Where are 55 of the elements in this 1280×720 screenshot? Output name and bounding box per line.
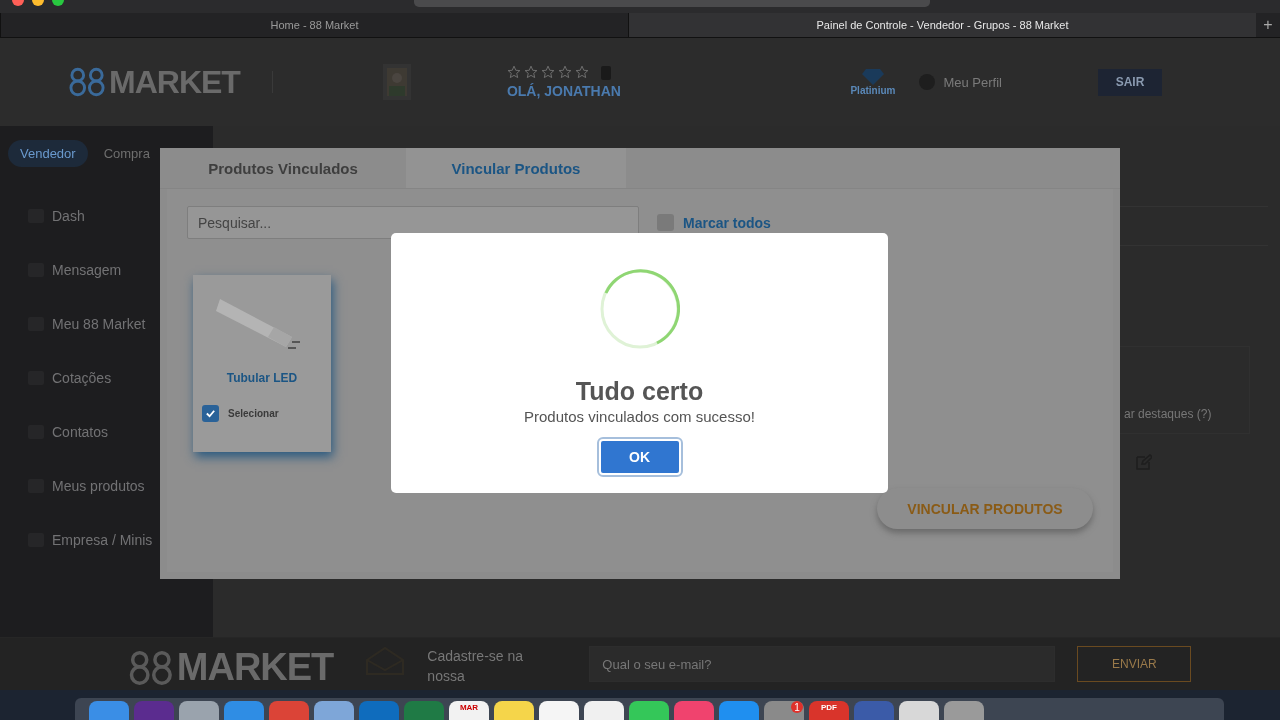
app-icon[interactable] — [179, 701, 219, 720]
logo-icon — [68, 67, 107, 97]
app-icon[interactable]: PDF — [809, 701, 849, 720]
logo-icon — [128, 649, 175, 686]
star-icon — [574, 65, 589, 79]
sidebar-item[interactable]: Mensagem — [52, 262, 122, 278]
product-card[interactable]: Tubular LED Selecionar — [193, 275, 331, 452]
highlight-text: ar destaques (?) — [1124, 407, 1212, 421]
mode-tab[interactable]: Vendedor — [8, 140, 88, 167]
alert-title: Tudo certo — [575, 377, 704, 406]
logout-button[interactable]: SAIR — [1098, 68, 1162, 96]
check-icon — [205, 408, 216, 419]
app-icon-label: PDF — [821, 703, 837, 714]
modal-tab[interactable]: Vincular Produtos — [406, 148, 626, 188]
search-field[interactable]: Pesquisar... — [187, 206, 639, 239]
ok-button[interactable]: OK — [598, 439, 681, 475]
sidebar-item[interactable]: Meus produtos — [52, 478, 145, 494]
success-ring-icon — [599, 269, 680, 349]
mode-tab[interactable]: Compra — [91, 140, 162, 167]
select-all-label[interactable]: Marcar todos — [683, 214, 771, 231]
sidebar-item[interactable]: Dash — [52, 208, 85, 224]
app-icon[interactable]: 1 — [764, 701, 804, 720]
app-icon-label: MAR — [459, 703, 479, 714]
app-icon[interactable] — [494, 701, 534, 720]
tier-label: Platinium — [850, 84, 896, 96]
checkbox-label[interactable]: Selecionar — [228, 408, 279, 419]
sidebar-item[interactable]: Contatos — [52, 424, 109, 440]
logo-text: MARKET — [109, 63, 240, 101]
app-icon[interactable] — [584, 701, 624, 720]
checkbox[interactable] — [202, 405, 219, 422]
sidebar-item[interactable]: Empresa / Minis — [52, 532, 153, 548]
browser-tab[interactable]: Home - 88 Market — [0, 13, 628, 37]
footer-logo-text: MARKET — [176, 646, 334, 689]
app-icon[interactable] — [899, 701, 939, 720]
alert-message: Produtos vinculados com sucesso! — [524, 408, 755, 425]
sidebar-item[interactable]: Meu 88 Market — [52, 316, 146, 332]
star-icon — [540, 65, 555, 79]
app-icon[interactable] — [629, 701, 669, 720]
greeting-text: OLÁ, JONATHAN — [506, 83, 621, 99]
app-icon[interactable] — [539, 701, 579, 720]
submit-button[interactable]: ENVIAR — [1077, 646, 1192, 682]
star-icon — [523, 65, 538, 79]
app-icon[interactable] — [314, 701, 354, 720]
notification-badge: 1 — [791, 701, 803, 713]
sidebar-item[interactable]: Cotações — [52, 370, 112, 386]
star-icon — [557, 65, 572, 79]
email-field[interactable]: Qual o seu e-mail? — [589, 646, 1056, 682]
new-tab-button[interactable]: + — [1256, 13, 1280, 37]
star-icon — [506, 65, 521, 79]
app-icon[interactable]: MAR — [449, 701, 489, 720]
diamond-icon — [861, 68, 884, 85]
signup-text: Cadastre-se na nossa — [427, 647, 525, 686]
profile-link[interactable]: Meu Perfil — [943, 74, 1002, 90]
product-name[interactable]: Tubular LED — [226, 371, 298, 385]
browser-tab[interactable]: Painel de Controle - Vendedor - Grupos - 88 Market — [628, 13, 1256, 37]
